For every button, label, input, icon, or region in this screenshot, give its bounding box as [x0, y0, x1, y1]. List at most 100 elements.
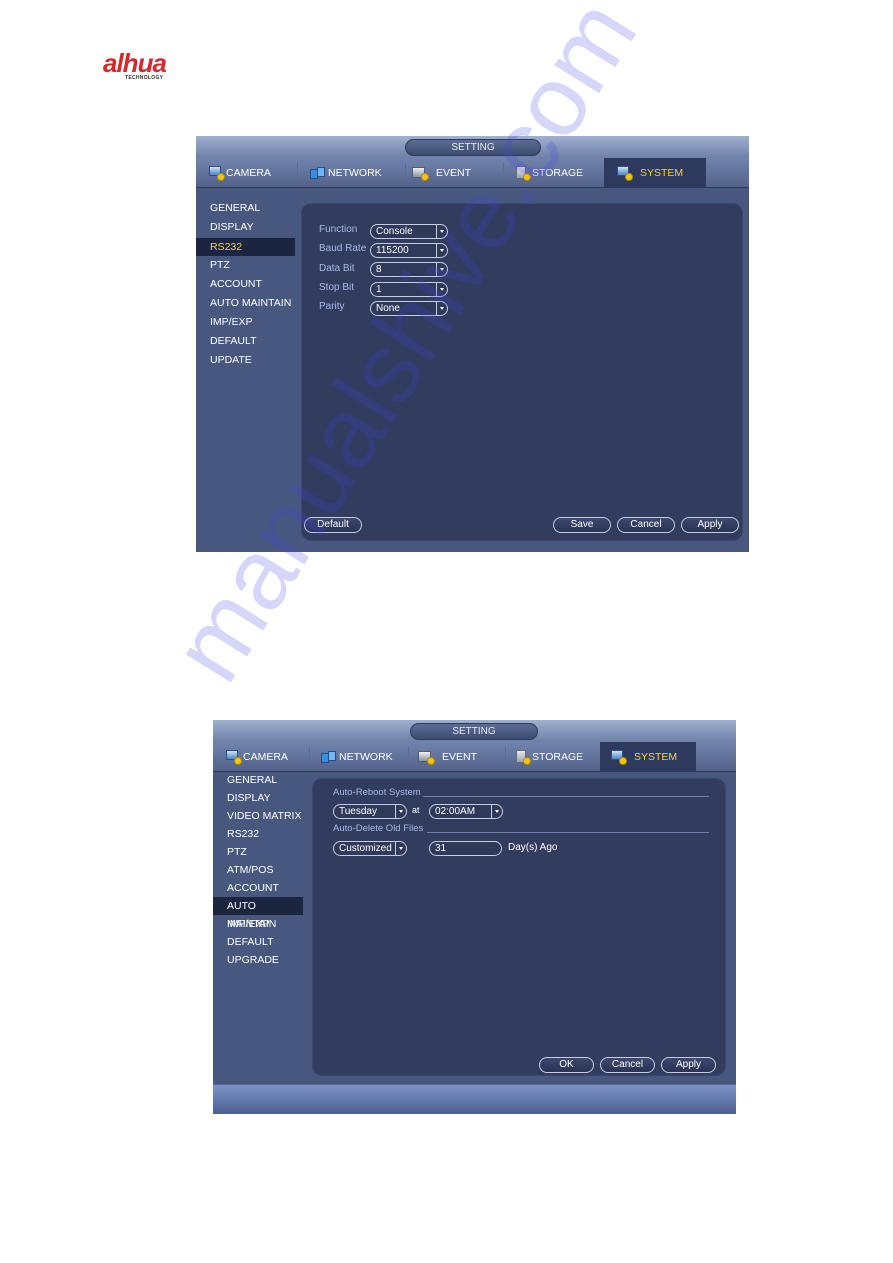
parity-value: None	[376, 303, 400, 314]
stop-bit-label: Stop Bit	[319, 282, 355, 293]
sidebar-item-general[interactable]: GENERAL	[196, 199, 296, 217]
auto-reboot-section-title: Auto-Reboot System	[333, 787, 421, 798]
title-bar: SETTING	[213, 720, 736, 742]
chevron-down-icon	[436, 225, 447, 238]
footer-bar	[213, 1084, 736, 1114]
tab-label: NETWORK	[328, 167, 382, 179]
apply-button[interactable]: Apply	[661, 1057, 716, 1073]
tab-network[interactable]: NETWORK	[321, 742, 409, 772]
sidebar-item-display[interactable]: DISPLAY	[196, 218, 296, 236]
event-icon	[412, 166, 429, 181]
tab-event[interactable]: EVENT	[418, 742, 506, 772]
stop-bit-value: 1	[376, 284, 382, 295]
data-bit-dropdown[interactable]: 8	[370, 262, 448, 277]
chevron-down-icon	[436, 244, 447, 257]
logo-subtitle: TECHNOLOGY	[125, 75, 164, 81]
logo-wordmark: alhua	[103, 48, 167, 78]
camera-icon	[225, 750, 242, 765]
at-label: at	[412, 805, 420, 815]
tab-system[interactable]: SYSTEM	[604, 158, 706, 188]
sidebar-item-default[interactable]: DEFAULT	[196, 332, 296, 350]
sidebar-item-update[interactable]: UPDATE	[196, 351, 296, 369]
function-dropdown[interactable]: Console	[370, 224, 448, 239]
sidebar-item-rs232[interactable]: RS232	[213, 825, 303, 843]
save-button[interactable]: Save	[553, 517, 611, 533]
tab-label: CAMERA	[226, 167, 271, 179]
chevron-down-icon	[491, 805, 502, 818]
sidebar-item-account[interactable]: ACCOUNT	[196, 275, 296, 293]
sidebar-item-atm-pos[interactable]: ATM/POS	[213, 861, 303, 879]
chevron-down-icon	[436, 283, 447, 296]
parity-dropdown[interactable]: None	[370, 301, 448, 316]
tab-label: EVENT	[436, 167, 472, 179]
main-tabs: CAMERA NETWORK EVENT STORAGE SYSTEM	[213, 742, 736, 772]
tab-storage[interactable]: STORAGE	[514, 742, 600, 772]
reboot-time-value: 02:00AM	[435, 806, 476, 817]
network-icon	[310, 166, 326, 180]
ok-button[interactable]: OK	[539, 1057, 594, 1073]
tab-system[interactable]: SYSTEM	[600, 742, 696, 772]
tab-camera[interactable]: CAMERA	[208, 158, 298, 188]
tab-label: SYSTEM	[640, 167, 684, 179]
delete-days-input[interactable]: 31	[429, 841, 502, 856]
storage-icon	[514, 166, 531, 181]
data-bit-label: Data Bit	[319, 263, 355, 274]
cancel-button[interactable]: Cancel	[617, 517, 675, 533]
baud-rate-value: 115200	[376, 245, 409, 256]
sidebar-item-video-matrix[interactable]: VIDEO MATRIX	[213, 807, 303, 825]
chevron-down-icon	[395, 842, 406, 855]
auto-maintain-panel: Auto-Reboot System Tuesday at 02:00AM Au…	[312, 778, 726, 1076]
delete-mode-dropdown[interactable]: Customized	[333, 841, 407, 856]
tab-camera[interactable]: CAMERA	[225, 742, 310, 772]
stop-bit-dropdown[interactable]: 1	[370, 282, 448, 297]
days-ago-label: Day(s) Ago	[508, 842, 558, 853]
title-bar: SETTING	[196, 136, 749, 158]
sidebar-item-ptz[interactable]: PTZ	[213, 843, 303, 861]
section-divider	[423, 796, 709, 797]
baud-rate-dropdown[interactable]: 115200	[370, 243, 448, 258]
auto-maintain-settings-screenshot: SETTING CAMERA NETWORK EVENT STORAGE SYS…	[213, 720, 736, 1114]
sidebar-item-general[interactable]: GENERAL	[213, 771, 303, 789]
system-icon	[616, 166, 633, 181]
tab-label: STORAGE	[532, 751, 584, 763]
sidebar-item-display[interactable]: DISPLAY	[213, 789, 303, 807]
sidebar-item-imp-exp[interactable]: IMP/EXP	[213, 915, 303, 933]
window-title: SETTING	[410, 723, 538, 740]
delete-mode-value: Customized	[339, 843, 392, 854]
camera-icon	[208, 166, 225, 181]
default-button[interactable]: Default	[304, 517, 362, 533]
storage-icon	[514, 750, 531, 765]
sidebar-item-ptz[interactable]: PTZ	[196, 256, 296, 274]
main-tabs: CAMERA NETWORK EVENT STORAGE SYSTEM	[196, 158, 749, 188]
dahua-logo: alhua TECHNOLOGY	[103, 48, 193, 82]
baud-rate-label: Baud Rate	[319, 243, 367, 254]
sidebar-item-upgrade[interactable]: UPGRADE	[213, 951, 303, 969]
apply-button[interactable]: Apply	[681, 517, 739, 533]
sidebar-item-auto-maintain[interactable]: AUTO MAINTAIN	[196, 294, 296, 312]
tab-storage[interactable]: STORAGE	[514, 158, 604, 188]
tab-network[interactable]: NETWORK	[310, 158, 406, 188]
chevron-down-icon	[436, 263, 447, 276]
tab-label: EVENT	[442, 751, 478, 763]
data-bit-value: 8	[376, 264, 382, 275]
sidebar-item-rs232[interactable]: RS232	[196, 238, 295, 256]
tab-label: NETWORK	[339, 751, 393, 763]
sidebar-item-default[interactable]: DEFAULT	[213, 933, 303, 951]
reboot-time-dropdown[interactable]: 02:00AM	[429, 804, 503, 819]
network-icon	[321, 750, 337, 764]
system-icon	[610, 750, 627, 765]
sidebar-item-auto-maintain[interactable]: AUTO MAINTAIN	[213, 897, 303, 930]
tab-event[interactable]: EVENT	[412, 158, 504, 188]
cancel-button[interactable]: Cancel	[600, 1057, 655, 1073]
sidebar-item-account[interactable]: ACCOUNT	[213, 879, 303, 897]
reboot-day-value: Tuesday	[339, 806, 377, 817]
reboot-day-dropdown[interactable]: Tuesday	[333, 804, 407, 819]
rs232-panel: Function Console Baud Rate 115200 Data B…	[301, 203, 743, 541]
window-title: SETTING	[405, 139, 541, 156]
chevron-down-icon	[395, 805, 406, 818]
parity-label: Parity	[319, 301, 345, 312]
sidebar-item-imp-exp[interactable]: IMP/EXP	[196, 313, 296, 331]
tab-label: SYSTEM	[634, 751, 678, 763]
section-divider	[427, 832, 709, 833]
event-icon	[418, 750, 435, 765]
